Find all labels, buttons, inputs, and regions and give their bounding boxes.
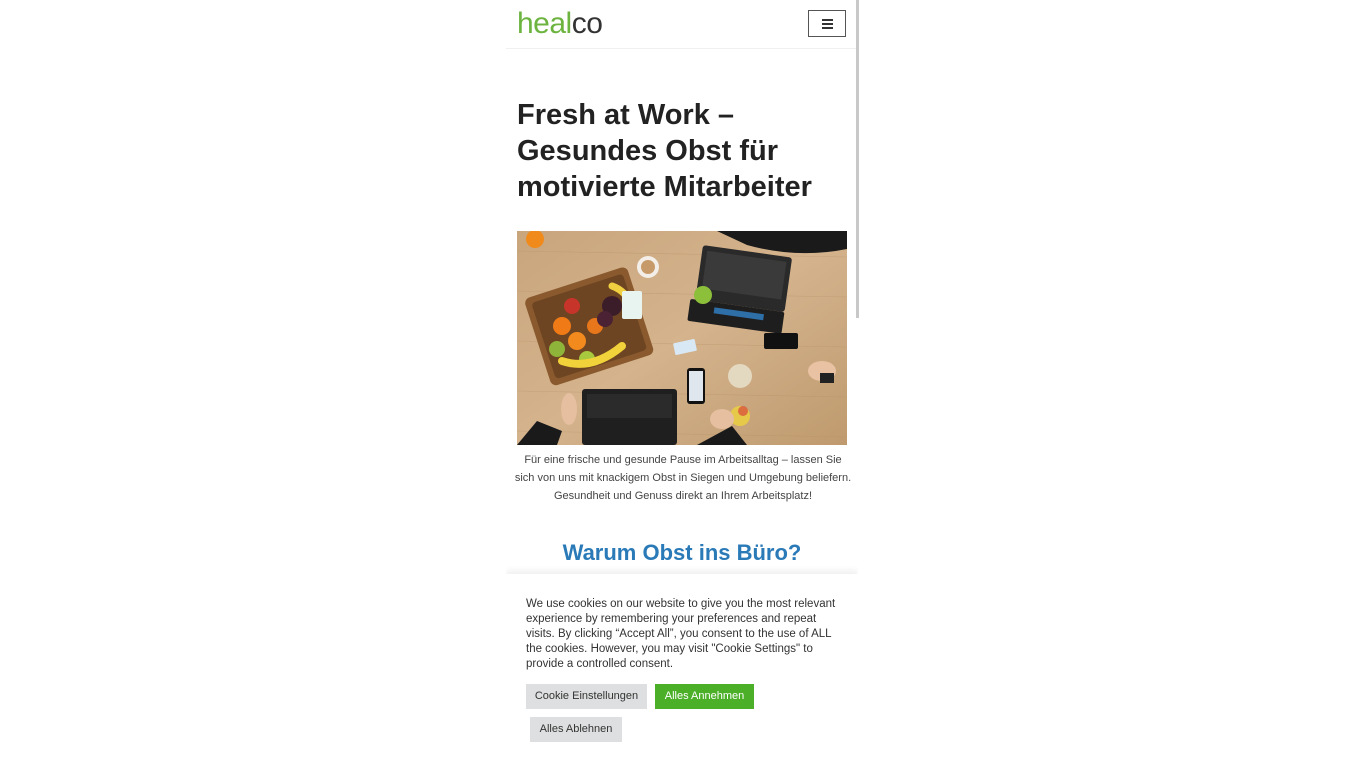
hero-image <box>517 231 847 445</box>
site-header: healco <box>506 0 858 49</box>
logo-text-heal: heal <box>517 7 572 40</box>
site-logo[interactable]: healco <box>517 6 603 42</box>
hamburger-menu-icon <box>821 19 833 29</box>
cookie-settings-button[interactable]: Cookie Einstellungen <box>526 684 647 709</box>
page-title: Fresh at Work – Gesundes Obst für motivi… <box>517 99 812 203</box>
page: healco Fresh at Work – Gesundes Obst für… <box>506 0 858 768</box>
menu-button[interactable] <box>808 10 846 37</box>
cookie-banner: We use cookies on our website to give yo… <box>506 574 858 768</box>
fruit-basket-office-photo-icon <box>517 231 847 445</box>
intro-text: Für eine frische und gesunde Pause im Ar… <box>514 454 852 502</box>
cookie-text: We use cookies on our website to give yo… <box>526 598 836 670</box>
reject-all-button[interactable]: Alles Ablehnen <box>530 717 622 742</box>
accept-all-button[interactable]: Alles Annehmen <box>655 684 754 709</box>
scrollbar[interactable] <box>856 0 859 318</box>
section-heading: Warum Obst ins Büro? <box>562 540 802 565</box>
logo-text-co: co <box>571 7 603 40</box>
